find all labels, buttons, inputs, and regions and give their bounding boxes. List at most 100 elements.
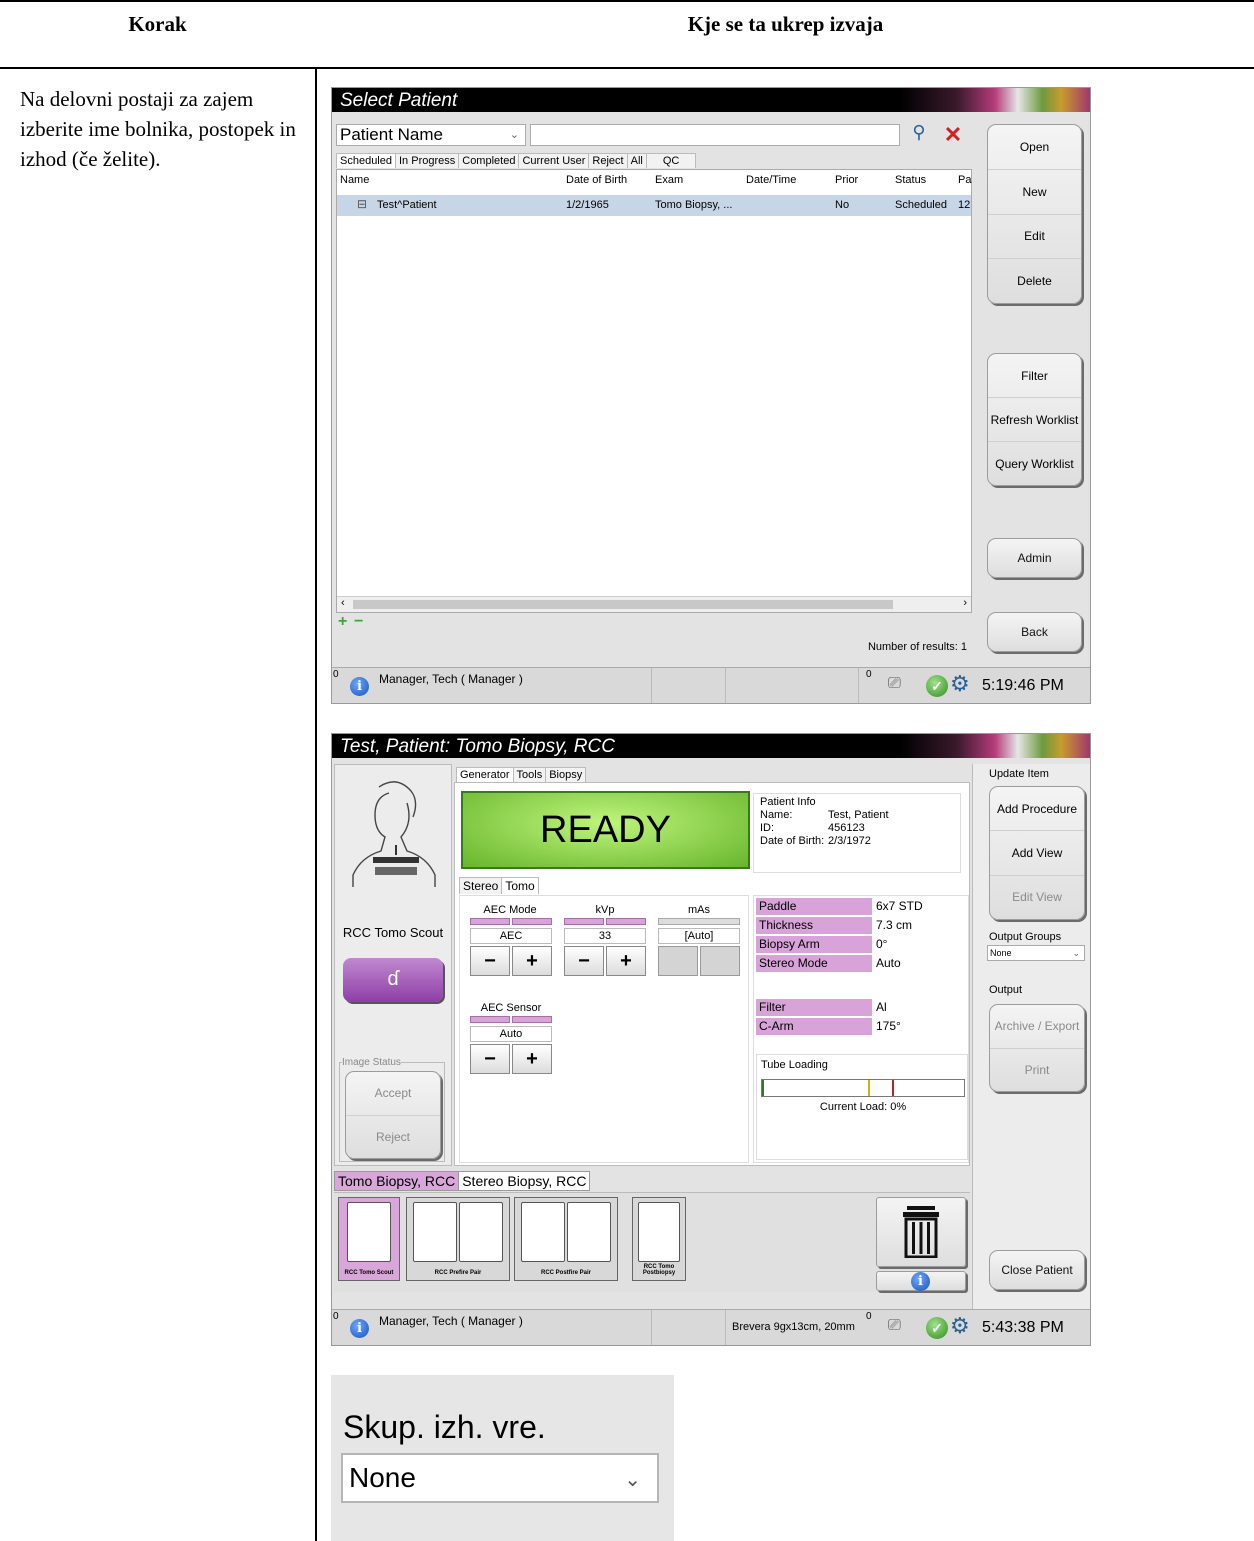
col-dob[interactable]: Date of Birth bbox=[566, 174, 627, 186]
mode-tabs: Stereo Tomo bbox=[459, 877, 539, 895]
search-icon[interactable]: ⚲ bbox=[904, 122, 934, 148]
tab-reject[interactable]: Reject bbox=[588, 153, 628, 168]
add-icon[interactable]: + bbox=[338, 613, 347, 631]
row-name: Test^Patient bbox=[377, 199, 437, 211]
select-patient-window: Select Patient Patient Name ⌄ ⚲ ✕ Schedu… bbox=[331, 87, 1091, 704]
tab-generator[interactable]: Generator bbox=[456, 767, 514, 782]
name-label: Name: bbox=[760, 809, 793, 821]
info-button[interactable]: i bbox=[876, 1271, 966, 1291]
admin-button[interactable]: Admin bbox=[987, 538, 1082, 578]
scroll-thumb[interactable] bbox=[353, 600, 893, 609]
tab-biopsy[interactable]: Biopsy bbox=[545, 767, 587, 782]
tab-tomo[interactable]: Tomo bbox=[501, 877, 539, 894]
tab-stereo[interactable]: Stereo bbox=[459, 877, 503, 894]
refresh-worklist-button[interactable]: Refresh Worklist bbox=[988, 397, 1081, 441]
edit-button[interactable]: Edit bbox=[988, 213, 1081, 259]
flower-banner bbox=[900, 88, 1090, 112]
zoom-select[interactable]: None ⌄ bbox=[341, 1453, 659, 1503]
tab-stereo-biopsy[interactable]: Stereo Biopsy, RCC bbox=[459, 1171, 591, 1191]
close-patient-button[interactable]: Close Patient bbox=[989, 1250, 1085, 1290]
implant-button[interactable]: ɗ bbox=[343, 958, 443, 1002]
trash-button[interactable] bbox=[876, 1197, 966, 1267]
view-label: RCC Tomo Scout bbox=[342, 925, 444, 940]
aec-mode-plus-button[interactable]: + bbox=[512, 946, 552, 976]
tab-scheduled[interactable]: Scheduled bbox=[336, 153, 396, 168]
tab-qc[interactable]: QC bbox=[645, 153, 697, 168]
filter-label: Filter bbox=[756, 999, 872, 1016]
aec-mode-label: AEC Mode bbox=[483, 904, 537, 916]
tab-in-progress[interactable]: In Progress bbox=[395, 153, 460, 168]
search-input[interactable] bbox=[530, 124, 900, 146]
kvp-minus-button[interactable]: − bbox=[564, 946, 604, 976]
trash-icon bbox=[903, 1206, 939, 1259]
thumbnail-strip: RCC Tomo Scout RCC Prefire Pair RCC Post… bbox=[334, 1192, 970, 1292]
col-name[interactable]: Name bbox=[340, 174, 369, 186]
reject-button[interactable]: Reject bbox=[346, 1114, 440, 1159]
accept-button[interactable]: Accept bbox=[346, 1072, 440, 1115]
patient-info: Patient Info Name: Test, Patient ID: 456… bbox=[753, 793, 961, 873]
chevron-down-icon: ⌄ bbox=[509, 129, 519, 141]
col-where-header: Kje se ta ukrep izvaja bbox=[687, 12, 884, 36]
tab-tomo-biopsy[interactable]: Tomo Biopsy, RCC bbox=[334, 1171, 460, 1191]
kvp-plus-button[interactable]: + bbox=[606, 946, 646, 976]
status-cell bbox=[726, 668, 859, 703]
grid-header: Name Date of Birth Exam Date/Time Prior … bbox=[337, 174, 971, 190]
xray-tube-icon[interactable]: ⚙ bbox=[950, 671, 970, 697]
clear-icon[interactable]: ✕ bbox=[938, 122, 968, 148]
horizontal-scrollbar[interactable]: ‹ › bbox=[337, 596, 971, 612]
aec-sensor-value: Auto bbox=[470, 1026, 552, 1042]
thumb-rcc-tomo-scout[interactable]: RCC Tomo Scout bbox=[338, 1197, 400, 1281]
row-dob: 1/2/1965 bbox=[566, 199, 609, 211]
scroll-left-icon[interactable]: ‹ bbox=[341, 597, 345, 609]
query-worklist-button[interactable]: Query Worklist bbox=[988, 441, 1081, 485]
thumb-rcc-prefire-pair[interactable]: RCC Prefire Pair bbox=[406, 1197, 510, 1281]
system-ok-icon[interactable]: ✓ bbox=[926, 675, 948, 697]
device-fields: Paddle 6x7 STD Thickness 7.3 cm Biopsy A… bbox=[753, 895, 969, 1163]
row-status: Scheduled bbox=[895, 199, 947, 211]
mas-minus-button bbox=[658, 946, 698, 976]
lock-icon: ⊟ bbox=[357, 197, 368, 211]
table-row[interactable]: ⊟ Test^Patient 1/2/1965 Tomo Biopsy, ...… bbox=[337, 195, 971, 216]
breast-icon bbox=[347, 1202, 391, 1262]
aec-mode-minus-button[interactable]: − bbox=[470, 946, 510, 976]
col-exam[interactable]: Exam bbox=[655, 174, 683, 186]
scroll-right-icon[interactable]: › bbox=[963, 597, 967, 609]
mas-value: [Auto] bbox=[658, 928, 740, 944]
col-status[interactable]: Status bbox=[895, 174, 926, 186]
filter-button[interactable]: Filter bbox=[988, 354, 1081, 397]
right-count: 0 bbox=[866, 669, 872, 680]
new-button[interactable]: New bbox=[988, 168, 1081, 214]
breast-view-icon bbox=[352, 781, 436, 887]
open-button[interactable]: Open bbox=[988, 125, 1081, 169]
remove-icon[interactable]: − bbox=[354, 613, 363, 631]
delete-button[interactable]: Delete bbox=[988, 258, 1081, 303]
col-pa[interactable]: Pa bbox=[958, 174, 971, 186]
col-datetime[interactable]: Date/Time bbox=[746, 174, 796, 186]
tab-tools[interactable]: Tools bbox=[512, 767, 547, 782]
status-bar: 0 i Manager, Tech ( Manager ) 0 ⎚ ✓ ⚙ 5:… bbox=[332, 667, 1090, 703]
tab-current-user[interactable]: Current User bbox=[518, 153, 590, 168]
aec-sensor-minus-button[interactable]: − bbox=[470, 1044, 510, 1074]
search-field-select[interactable]: Patient Name ⌄ bbox=[336, 124, 526, 146]
edit-view-button[interactable]: Edit View bbox=[990, 874, 1084, 919]
col-prior[interactable]: Prior bbox=[835, 174, 858, 186]
thumb-label: RCC Tomo Postbiopsy bbox=[642, 1264, 676, 1276]
xray-tube-icon[interactable]: ⚙ bbox=[950, 1313, 970, 1339]
tab-all[interactable]: All bbox=[626, 153, 647, 168]
biopsy-arm-label: Biopsy Arm bbox=[756, 936, 872, 953]
zoom-label: Skup. izh. vre. bbox=[343, 1409, 546, 1445]
tab-completed[interactable]: Completed bbox=[458, 153, 520, 168]
system-ok-icon[interactable]: ✓ bbox=[926, 1317, 948, 1339]
add-procedure-button[interactable]: Add Procedure bbox=[990, 787, 1084, 830]
add-view-button[interactable]: Add View bbox=[990, 830, 1084, 874]
print-button[interactable]: Print bbox=[990, 1047, 1084, 1092]
column-divider bbox=[315, 68, 317, 1541]
aec-sensor-plus-button[interactable]: + bbox=[512, 1044, 552, 1074]
output-groups-label: Output Groups bbox=[989, 931, 1062, 943]
thumb-rcc-tomo-postbiopsy[interactable]: RCC Tomo Postbiopsy bbox=[632, 1197, 686, 1281]
thumb-rcc-postfire-pair[interactable]: RCC Postfire Pair bbox=[514, 1197, 618, 1281]
network-icon: ⎚ bbox=[888, 1317, 901, 1334]
archive-export-button[interactable]: Archive / Export bbox=[990, 1005, 1084, 1048]
output-groups-select[interactable]: None ⌄ bbox=[987, 945, 1085, 961]
back-button[interactable]: Back bbox=[987, 612, 1082, 652]
